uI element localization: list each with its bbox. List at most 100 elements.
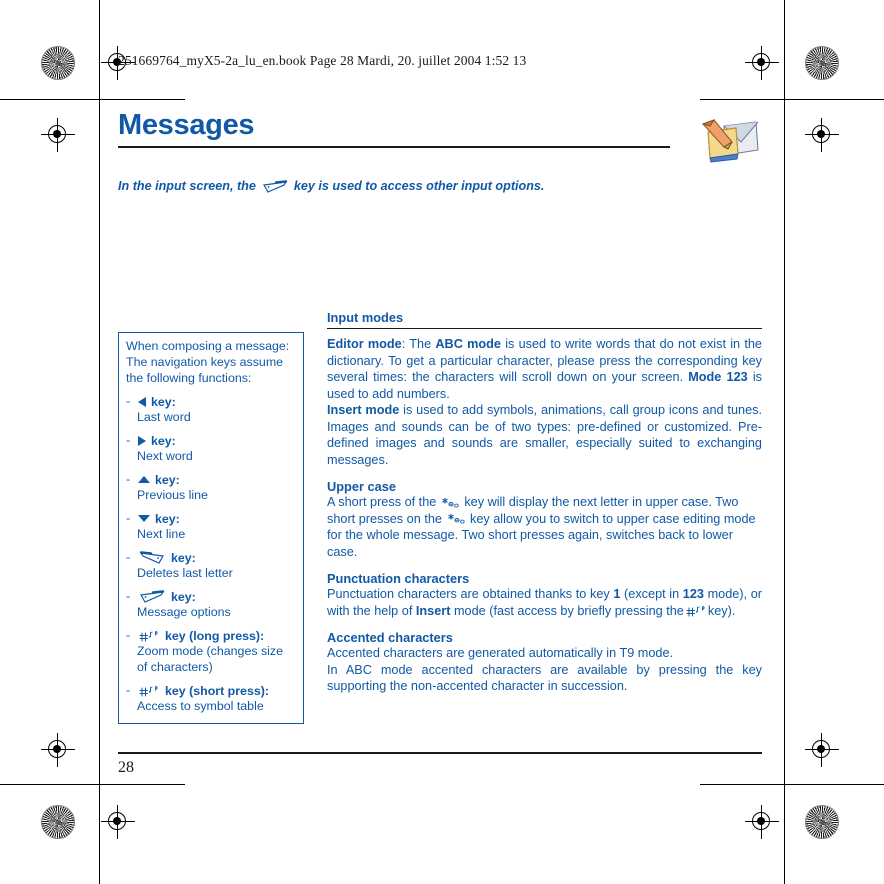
- up-arrow-key-icon: [138, 476, 150, 484]
- list-bullet: -: [126, 549, 131, 564]
- key-line: key:: [137, 550, 296, 566]
- page-title: Messages: [118, 109, 255, 141]
- editor-mode-label: Editor mode: [327, 337, 402, 352]
- key-line: key (long press):: [137, 628, 296, 644]
- trim-mark-icon: [700, 99, 884, 100]
- message-envelope-pen-icon: [700, 116, 762, 164]
- star-density-target-icon: [805, 46, 839, 80]
- intro-note: In the input screen, the key is used to …: [118, 178, 762, 195]
- star-key-icon: [445, 512, 467, 526]
- intro-note-after: key is used to access other input option…: [293, 179, 545, 194]
- mode-123-label: Mode 123: [688, 370, 748, 385]
- list-item: - key: Deletes last letter: [126, 550, 296, 582]
- list-item: - key: Last word: [126, 394, 296, 426]
- list-bullet: -: [126, 471, 131, 486]
- hash-key-icon: [139, 684, 159, 698]
- punctuation-heading: Punctuation characters: [327, 571, 470, 587]
- punctuation-text-5: key).: [707, 603, 736, 618]
- upper-case-heading: Upper case: [327, 479, 396, 495]
- key-word: key:: [155, 472, 180, 487]
- section-title: Input modes: [327, 310, 404, 325]
- input-modes-section: Input modes Editor mode: The ABC mode is…: [327, 310, 762, 695]
- list-bullet: -: [126, 682, 131, 697]
- trim-mark-icon: [0, 99, 185, 100]
- editor-text-1: : The: [401, 337, 436, 352]
- key-word: key (long press):: [165, 628, 265, 643]
- punctuation-text-2: (except in: [620, 587, 683, 602]
- key-word: key:: [171, 550, 196, 565]
- key-description: Message options: [137, 604, 231, 619]
- trim-mark-icon: [0, 784, 185, 785]
- key-word: key:: [151, 433, 176, 448]
- key-description: Zoom mode (changes size of characters): [137, 643, 284, 674]
- list-item: - k: [126, 683, 296, 715]
- right-soft-key-icon: [139, 589, 165, 604]
- list-bullet: -: [126, 588, 131, 603]
- left-arrow-key-icon: [138, 396, 146, 407]
- footer-divider: [118, 752, 762, 754]
- list-bullet: -: [126, 393, 131, 408]
- accented-heading: Accented characters: [327, 630, 453, 646]
- insert-mode-label: Insert mode: [327, 403, 400, 418]
- running-head: 251669764_myX5-2a_lu_en.book Page 28 Mar…: [118, 53, 527, 68]
- list-bullet: -: [126, 432, 131, 447]
- upper-case-text-1: A short press of the: [327, 495, 437, 510]
- intro-note-before: In the input screen, the: [118, 179, 256, 194]
- key-description: Previous line: [137, 487, 208, 502]
- key-word: key:: [155, 511, 180, 526]
- insert-label: Insert: [415, 603, 451, 618]
- accented-paragraph-2: In ABC mode accented characters are avai…: [327, 662, 762, 694]
- callout-lead: When composing a message: The navigation…: [126, 339, 290, 385]
- trim-mark-icon: [700, 784, 884, 785]
- list-bullet: -: [126, 627, 131, 642]
- insert-mode-paragraph: Insert mode is used to add symbols, anim…: [327, 402, 762, 468]
- right-arrow-key-icon: [138, 435, 146, 446]
- key-line: key (short press):: [137, 683, 296, 699]
- left-soft-key-icon: [139, 550, 165, 565]
- list-item: - key: Previous line: [126, 472, 296, 504]
- key-word: key:: [171, 589, 196, 604]
- key-word: key:: [151, 394, 176, 409]
- navigation-keys-callout: When composing a message: The navigation…: [118, 332, 304, 724]
- right-soft-key-icon: [262, 180, 288, 194]
- page-content: Messages In the input screen, the key is…: [118, 109, 762, 724]
- list-item: - k: [126, 628, 296, 676]
- abc-mode-label: ABC mode: [435, 337, 501, 352]
- accented-paragraph-1: Accented characters are generated automa…: [327, 646, 674, 661]
- key-description: Access to symbol table: [137, 698, 264, 713]
- hash-key-icon: [139, 629, 159, 643]
- key-description: Next line: [137, 526, 186, 541]
- title-divider: [118, 146, 670, 149]
- key-line: key:: [137, 589, 296, 605]
- key-line: key:: [137, 394, 296, 410]
- registration-target-icon: [805, 733, 839, 767]
- punctuation-paragraph: Punctuation characters are obtained than…: [327, 586, 762, 619]
- down-arrow-key-icon: [138, 515, 150, 523]
- registration-target-icon: [745, 46, 779, 80]
- registration-target-icon: [101, 805, 135, 839]
- registration-target-icon: [41, 118, 75, 152]
- key-line: key:: [137, 472, 296, 488]
- registration-target-icon: [745, 805, 779, 839]
- list-item: - key: Next word: [126, 433, 296, 465]
- punctuation-text-1: Punctuation characters are obtained than…: [327, 587, 614, 602]
- key-word: key (short press):: [165, 683, 269, 698]
- navigation-key-list: - key: Last word - key: Next word - key:…: [126, 394, 296, 715]
- mode-123-label: 123: [682, 587, 704, 602]
- key-line: key:: [137, 511, 296, 527]
- list-item: - key: Next line: [126, 511, 296, 543]
- star-key-icon: [439, 496, 461, 510]
- key-description: Last word: [137, 409, 191, 424]
- page-footer: 28: [118, 752, 762, 777]
- registration-target-icon: [41, 733, 75, 767]
- list-bullet: -: [126, 510, 131, 525]
- star-density-target-icon: [41, 46, 75, 80]
- hash-key-icon: [686, 604, 706, 618]
- key-description: Next word: [137, 448, 193, 463]
- key-description: Deletes last letter: [137, 565, 233, 580]
- star-density-target-icon: [41, 805, 75, 839]
- trim-mark-icon: [784, 0, 785, 884]
- star-density-target-icon: [805, 805, 839, 839]
- list-item: - key: Message options: [126, 589, 296, 621]
- upper-case-paragraph: A short press of the key will display the…: [327, 494, 762, 560]
